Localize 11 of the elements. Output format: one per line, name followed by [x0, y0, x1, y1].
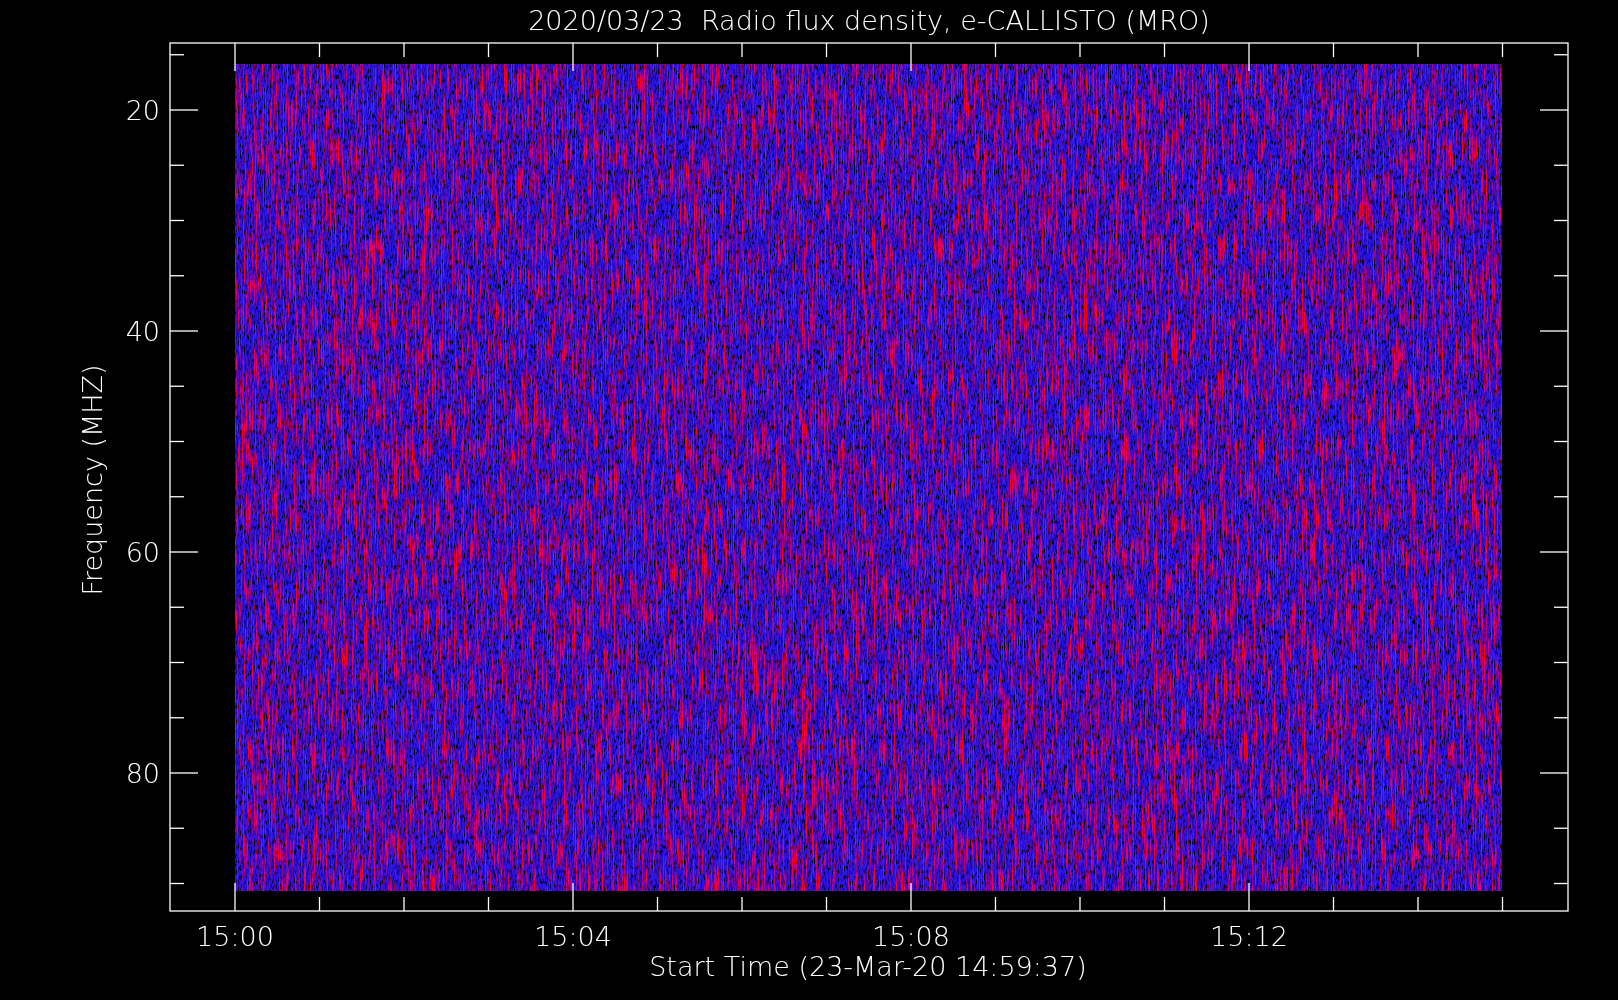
axis-tick-label: 60 — [125, 537, 160, 568]
axis-tick-label: 80 — [125, 758, 160, 789]
plot-title: 2020/03/23 Radio flux density, e-CALLISTO (MRO) — [528, 5, 1210, 36]
axis-tick-label: 40 — [125, 316, 160, 347]
axis-tick-label: 15:04 — [534, 921, 612, 952]
axis-tick-label: 15:12 — [1210, 921, 1288, 952]
x-axis-label: Start Time (23-Mar-20 14:59:37) — [649, 951, 1087, 982]
y-axis-label: Frequency (MHZ) — [77, 364, 108, 596]
axis-tick-label: 15:00 — [196, 921, 274, 952]
axis-tick-label: 20 — [125, 95, 160, 126]
axis-tick-label: 15:08 — [872, 921, 950, 952]
